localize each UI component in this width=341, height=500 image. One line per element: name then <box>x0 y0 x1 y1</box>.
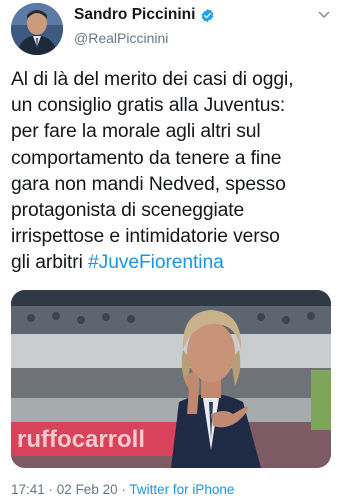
tweet-time[interactable]: 17:41 <box>11 482 45 497</box>
verified-badge-icon <box>200 8 215 23</box>
tweet-header: Sandro Piccinini @RealPiccinini <box>0 0 341 60</box>
author-name-row: Sandro Piccinini <box>74 6 215 24</box>
tweet-meta: 17:41 · 02 Feb 20 · Twitter for iPhone <box>11 482 234 497</box>
chevron-down-icon[interactable] <box>317 8 331 22</box>
meta-separator-2: · <box>117 482 130 497</box>
meta-separator: · <box>44 482 57 497</box>
banner-text: ruffocarroll <box>17 426 145 453</box>
tweet-source-link[interactable]: Twitter for iPhone <box>129 482 234 497</box>
avatar[interactable] <box>11 3 63 55</box>
tweet-date[interactable]: 02 Feb 20 <box>57 482 118 497</box>
author-handle[interactable]: @RealPiccinini <box>74 30 168 46</box>
hashtag-link[interactable]: #JuveFiorentina <box>88 252 224 273</box>
tweet-text: Al di là del merito dei casi di oggi, un… <box>11 67 337 277</box>
author-display-name[interactable]: Sandro Piccinini <box>74 6 195 24</box>
tweet-media-image[interactable]: ruffocarroll <box>11 290 331 468</box>
tweet-body: Al di là del merito dei casi di oggi, un… <box>11 69 294 274</box>
